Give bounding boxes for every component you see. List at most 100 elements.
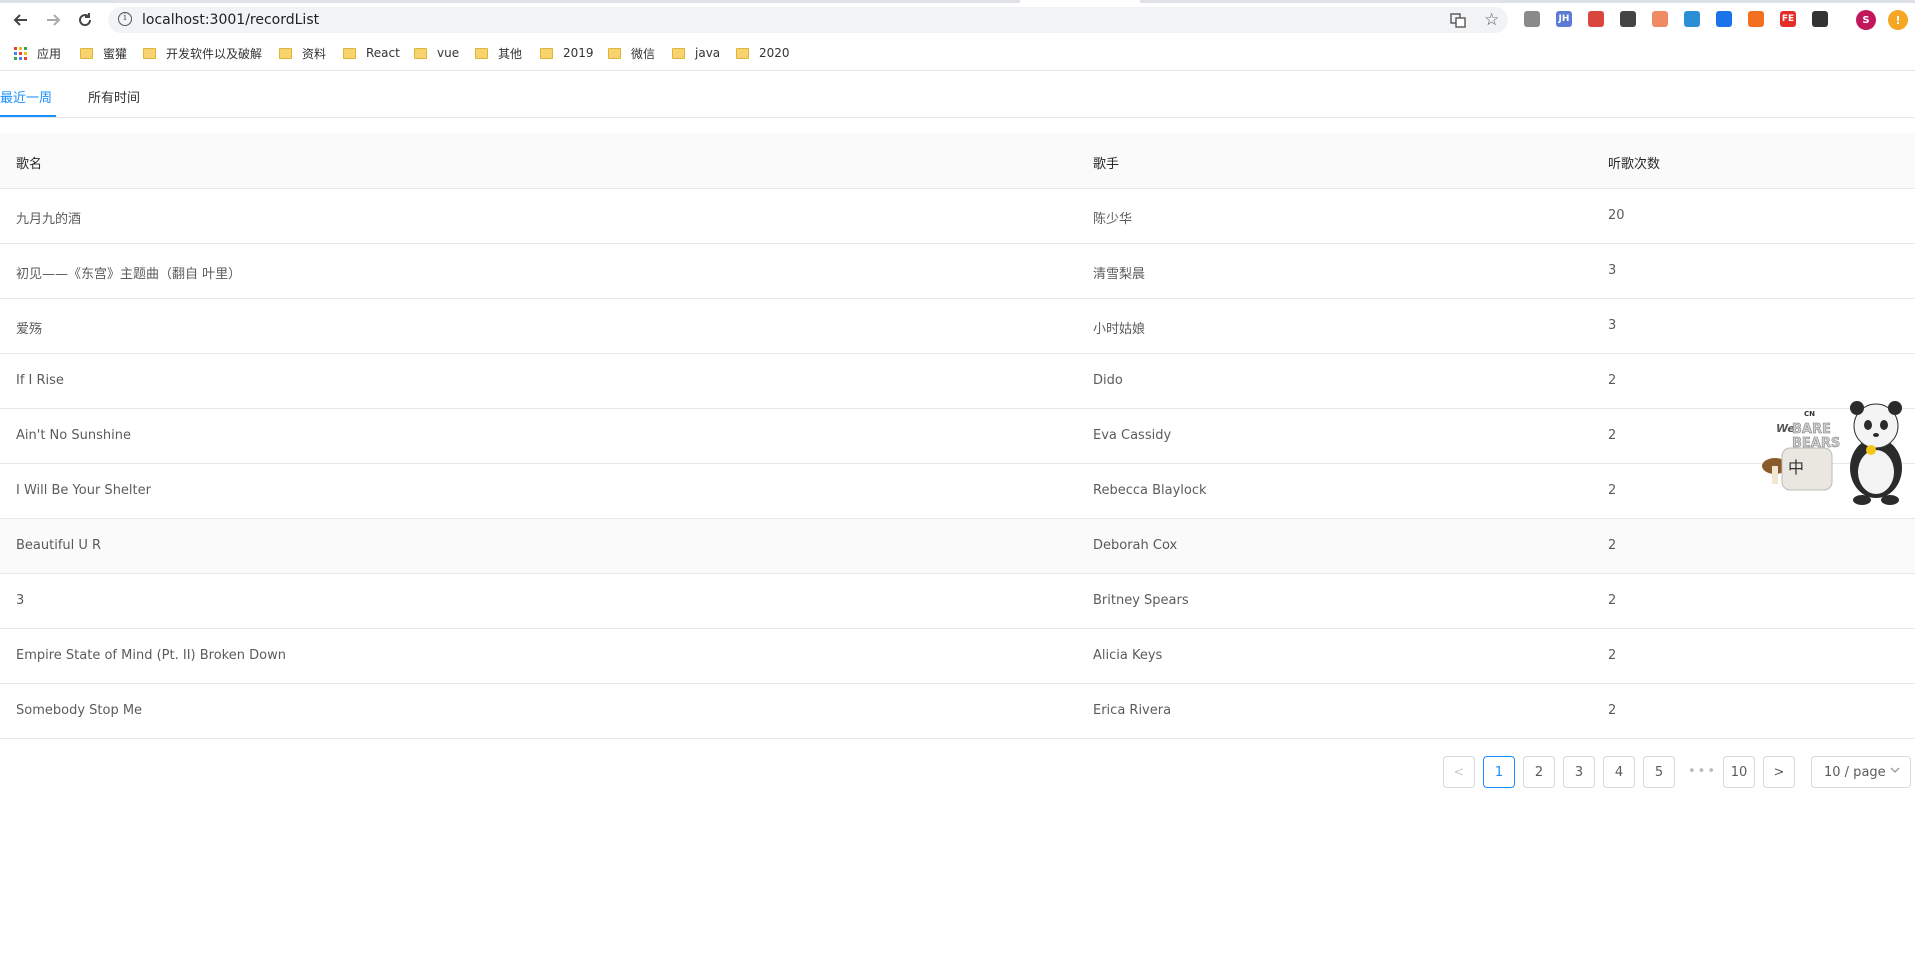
translate-icon[interactable] [1450,12,1466,32]
cell-song: 初见——《东宫》主题曲（翻自 叶里） [16,267,242,282]
bookmark-label: React [366,46,400,60]
bookmark-apps[interactable]: 应用 [14,44,61,62]
table-row[interactable]: Ain't No Sunshine Eva Cassidy 2 [0,409,1915,464]
page-size-label: 10 / page [1824,764,1886,780]
bookmark-label: 资料 [302,46,327,61]
cell-singer: 清雪梨晨 [1093,267,1146,282]
table-row[interactable]: 3 Britney Spears 2 [0,574,1915,629]
cell-singer: Alicia Keys [1093,648,1163,663]
header-plays: 听歌次数 [1608,157,1661,172]
site-info-icon[interactable]: i [118,12,132,26]
folder-icon [279,47,292,59]
profile-avatar[interactable]: S [1856,10,1876,30]
cell-song: 九月九的酒 [16,212,82,227]
qr-code-icon[interactable] [1620,11,1636,27]
chevron-down-icon [1890,765,1900,778]
bookmark-folder[interactable]: 2019 [540,44,594,62]
prev-page-button[interactable]: < [1443,756,1475,788]
orange-extension-icon[interactable] [1652,11,1668,27]
cell-singer: Britney Spears [1093,593,1189,608]
table-row[interactable]: 初见——《东宫》主题曲（翻自 叶里） 清雪梨晨 3 [0,244,1915,299]
update-badge-icon[interactable]: ! [1888,10,1908,30]
tab-all-time[interactable]: 所有时间 [88,87,140,106]
vue-devtools-icon[interactable] [1524,11,1540,27]
we-bare-bears-sticker: 中 We BARE BEARS CN [1758,398,1908,508]
cell-song: Somebody Stop Me [16,703,143,718]
cell-singer: Dido [1093,373,1123,388]
red-extension-icon[interactable] [1588,11,1604,27]
cell-plays: 2 [1608,538,1617,553]
tab-recent-week[interactable]: 最近一周 [0,87,52,106]
page-2-button[interactable]: 2 [1523,756,1555,788]
table-header: 歌名 歌手 听歌次数 [0,134,1915,189]
cell-song: Empire State of Mind (Pt. II) Broken Dow… [16,648,286,663]
reload-icon[interactable] [74,9,96,31]
table-row[interactable]: 爱殇 小时姑娘 3 [0,299,1915,354]
arrow-left-icon[interactable] [10,9,32,31]
table-body: 九月九的酒 陈少华 20 初见——《东宫》主题曲（翻自 叶里） 清雪梨晨 3 爱殇 小时姑娘 3… [0,189,1915,739]
cell-singer: Rebecca Blaylock [1093,483,1207,498]
page-10-button[interactable]: 10 [1723,756,1755,788]
page-3-button[interactable]: 3 [1563,756,1595,788]
bookmark-folder[interactable]: 蜜獾 [80,44,127,62]
bookmark-label: 开发软件以及破解 [166,46,263,61]
bookmark-folder[interactable]: React [343,44,400,62]
play-record-table: 歌名 歌手 听歌次数 九月九的酒 陈少华 20 初见——《东宫》主题曲（翻自 叶里） 清… [0,134,1915,739]
address-bar[interactable]: i localhost:3001/recordList ☆ [108,7,1508,33]
bookmark-label: java [695,46,721,60]
fe-extension-icon[interactable]: FE [1780,11,1796,27]
bookmarks-bar: 应用 蜜獾 开发软件以及破解 资料 React vue 其他 2019 微信 j… [0,40,1915,66]
page-5-button[interactable]: 5 [1643,756,1675,788]
table-row[interactable]: Somebody Stop Me Erica Rivera 2 [0,684,1915,739]
next-page-button[interactable]: > [1763,756,1795,788]
cell-song: I Will Be Your Shelter [16,483,151,498]
pinwheel-extension-icon[interactable] [1684,11,1700,27]
table-row[interactable]: Empire State of Mind (Pt. II) Broken Dow… [0,629,1915,684]
blue-extension-icon[interactable] [1716,11,1732,27]
orange-circle-extension-icon[interactable] [1748,11,1764,27]
cell-plays: 2 [1608,373,1617,388]
page-4-button[interactable]: 4 [1603,756,1635,788]
jh-extension-icon[interactable]: JH [1556,11,1572,27]
arrow-right-icon[interactable] [42,9,64,31]
cell-song: 3 [16,593,25,608]
cell-singer: 小时姑娘 [1093,322,1146,337]
dark-extension-icon[interactable] [1812,11,1828,27]
cell-singer: Eva Cassidy [1093,428,1172,443]
cell-plays: 2 [1608,703,1617,718]
bookmark-folder[interactable]: java [672,44,720,62]
folder-icon [143,47,156,59]
table-row[interactable]: 九月九的酒 陈少华 20 [0,189,1915,244]
bookmark-folder[interactable]: 其他 [475,44,522,62]
cell-singer: Deborah Cox [1093,538,1178,553]
folder-icon [475,47,488,59]
bookmark-folder[interactable]: 资料 [279,44,326,62]
network-logo: CN [1804,410,1815,418]
page-1-button[interactable]: 1 [1483,756,1515,788]
sign-text: 中 [1788,458,1804,477]
cell-plays: 2 [1608,593,1617,608]
star-bookmark-icon[interactable]: ☆ [1484,10,1499,30]
cell-plays: 3 [1608,263,1617,278]
header-singer: 歌手 [1093,157,1120,172]
bookmark-label: 2020 [759,46,790,60]
bookmark-label: 应用 [37,46,62,61]
table-row[interactable]: If I Rise Dido 2 [0,354,1915,409]
tab-strip-edge [0,0,1915,3]
folder-icon [672,47,685,59]
bookmark-folder[interactable]: 2020 [736,44,790,62]
bookmark-folder[interactable]: 开发软件以及破解 [143,44,262,62]
pagination-ellipsis[interactable]: ••• [1688,764,1717,779]
bookmark-label: 微信 [631,46,656,61]
cell-singer: Erica Rivera [1093,703,1172,718]
bookmark-label: 2019 [563,46,594,60]
table-row[interactable]: I Will Be Your Shelter Rebecca Blaylock 2 [0,464,1915,519]
page-size-select[interactable]: 10 / page [1811,756,1911,788]
bookmark-folder[interactable]: 微信 [608,44,655,62]
bookmark-folder[interactable]: vue [414,44,459,62]
cell-plays: 3 [1608,318,1617,333]
bookmark-label: vue [437,46,460,60]
url-text[interactable]: localhost:3001/recordList [142,12,319,28]
folder-icon [608,47,621,59]
table-row[interactable]: Beautiful U R Deborah Cox 2 [0,519,1915,574]
